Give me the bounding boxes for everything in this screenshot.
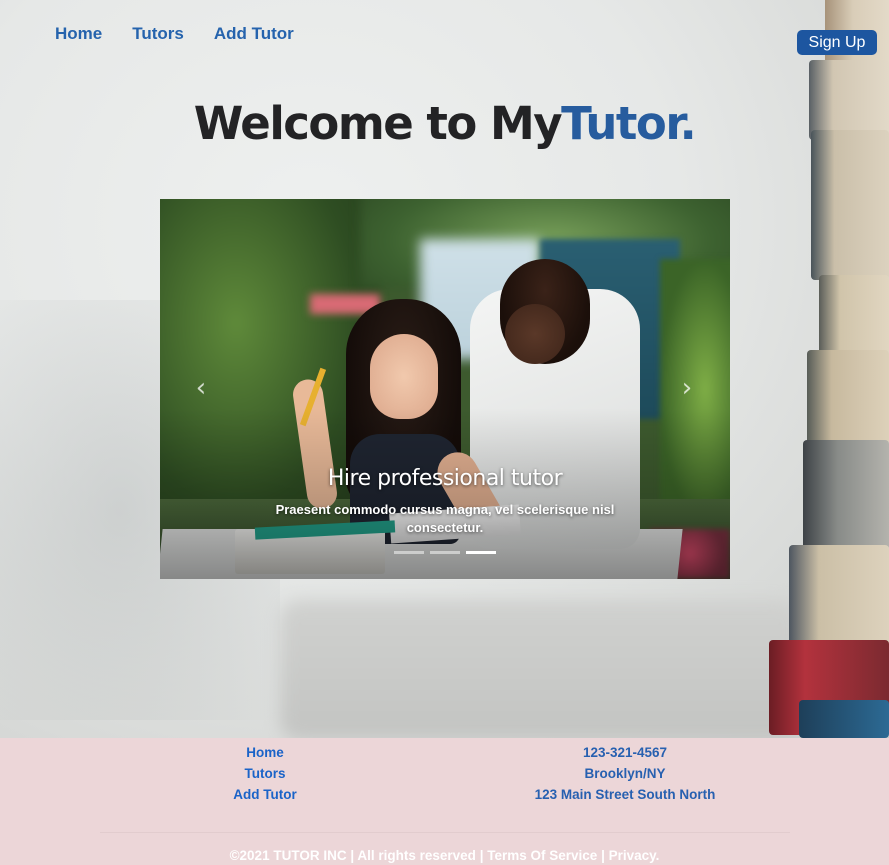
carousel-indicator[interactable] <box>430 551 460 554</box>
footer-link-home[interactable]: Home <box>205 742 325 763</box>
footer-copyright: ©2021 TUTOR INC | All rights reserved | … <box>0 848 889 863</box>
book <box>819 275 889 355</box>
nav-link-home[interactable]: Home <box>55 24 102 44</box>
footer-divider <box>100 832 790 833</box>
title-prefix: Welcome to My <box>193 97 563 150</box>
carousel-caption: Hire professional tutor Praesent commodo… <box>255 466 635 537</box>
slide-title: Hire professional tutor <box>327 466 563 491</box>
terms-link[interactable]: Terms Of Service <box>487 848 597 863</box>
book <box>789 545 889 650</box>
separator: | <box>601 848 605 863</box>
carousel-next-button[interactable]: › <box>672 373 702 403</box>
book <box>811 130 889 280</box>
book <box>803 440 889 550</box>
carousel-prev-button[interactable]: ‹ <box>186 373 216 403</box>
slide-text: Praesent commodo cursus magna, vel scele… <box>275 502 615 535</box>
chevron-right-icon: › <box>681 373 693 403</box>
carousel-indicator-active[interactable] <box>466 551 496 554</box>
signup-button[interactable]: Sign Up <box>797 30 877 55</box>
footer-links: Home Tutors Add Tutor <box>205 742 325 805</box>
footer-address: 123 Main Street South North <box>534 787 716 802</box>
rights-text: All rights reserved <box>357 848 476 863</box>
carousel-indicator[interactable] <box>394 551 424 554</box>
nav-link-add-tutor[interactable]: Add Tutor <box>214 24 294 44</box>
top-nav: Home Tutors Add Tutor <box>55 24 294 44</box>
separator: | <box>350 848 355 863</box>
footer-city: Brooklyn/NY <box>584 766 666 781</box>
copyright-text: ©2021 TUTOR INC <box>229 848 347 863</box>
background-table <box>280 600 800 738</box>
footer-phone: 123-321-4567 <box>582 745 668 760</box>
title-brand: Tutor. <box>561 97 697 150</box>
hero-carousel: ‹ › Hire professional tutor Praesent com… <box>160 199 730 579</box>
page-title: Welcome to MyTutor. <box>0 97 889 150</box>
carousel-indicators <box>394 551 496 554</box>
footer-contact: 123-321-4567 Brooklyn/NY 123 Main Street… <box>505 742 745 805</box>
book <box>799 700 889 738</box>
privacy-link[interactable]: Privacy. <box>609 848 660 863</box>
footer-link-add-tutor[interactable]: Add Tutor <box>205 784 325 805</box>
separator: | <box>479 848 484 863</box>
book <box>807 350 889 445</box>
footer-link-tutors[interactable]: Tutors <box>205 763 325 784</box>
footer: Home Tutors Add Tutor 123-321-4567 Brook… <box>0 738 889 865</box>
chevron-left-icon: ‹ <box>195 373 207 403</box>
nav-link-tutors[interactable]: Tutors <box>132 24 184 44</box>
